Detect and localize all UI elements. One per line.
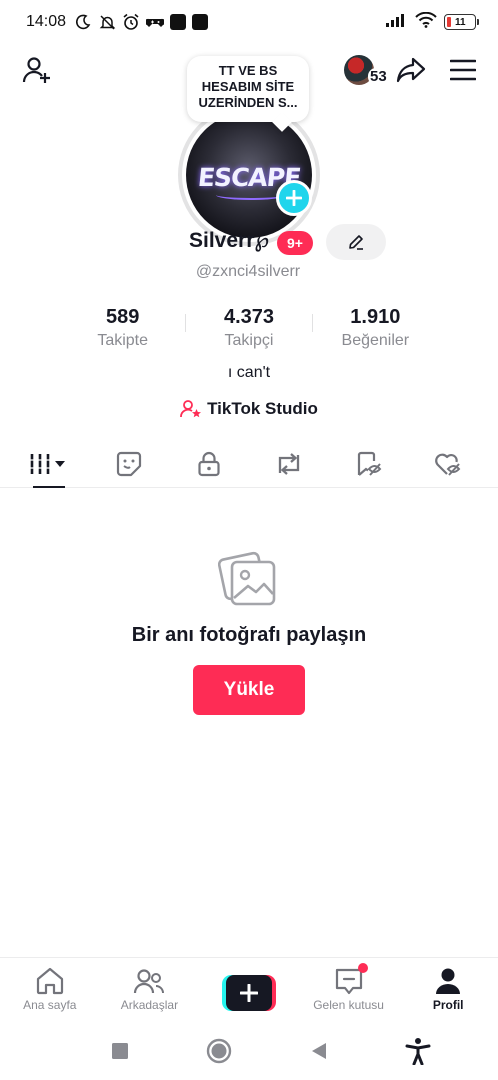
hidden-favorites-icon xyxy=(357,451,382,476)
accessibility-icon xyxy=(405,1038,431,1065)
tab-private[interactable] xyxy=(169,440,249,487)
nav-inbox[interactable]: Gelen kutusu xyxy=(299,958,399,1021)
add-story-button[interactable] xyxy=(276,180,312,216)
sticker-icon xyxy=(116,451,142,476)
profile-avatar[interactable]: ESCAPE xyxy=(178,104,320,246)
back-button[interactable] xyxy=(304,1036,334,1066)
create-button[interactable] xyxy=(221,975,276,1011)
moon-icon xyxy=(74,13,92,31)
create-plus-icon xyxy=(225,975,272,1011)
nav-create[interactable] xyxy=(199,958,299,1021)
bio: ı can't xyxy=(227,364,271,381)
stat-label: Takipçi xyxy=(224,332,274,349)
battery-text: 11 xyxy=(455,16,466,28)
alarm-icon xyxy=(122,13,140,31)
bottom-nav: Ana sayfa Arkadaşlar Gelen kutusu Profil xyxy=(0,957,498,1021)
photos-icon xyxy=(218,551,276,606)
menu-button[interactable] xyxy=(446,53,480,87)
edit-profile-button[interactable] xyxy=(326,224,386,260)
accessibility-button[interactable] xyxy=(403,1036,433,1066)
repost-icon xyxy=(278,452,300,475)
status-bar: 14:08 11 xyxy=(0,0,498,44)
username: @zxnci4silverr xyxy=(195,263,301,280)
notification-badge[interactable]: 9+ xyxy=(277,231,313,255)
visitor-count: 53 xyxy=(368,67,389,85)
stat-number: 4.373 xyxy=(223,306,275,328)
stat-following[interactable]: 589 Takipte xyxy=(60,306,185,350)
nav-home[interactable]: Ana sayfa xyxy=(0,958,100,1021)
stat-followers[interactable]: 4.373 Takipçi xyxy=(186,306,311,350)
game-icon xyxy=(146,13,165,31)
inbox-notification-dot xyxy=(357,963,368,973)
videos-grid-icon xyxy=(30,453,65,474)
signal-icon xyxy=(386,13,408,32)
profile-note-bubble[interactable]: TT VE BS HESABIM SİTE UZERİNDEN S... xyxy=(187,56,309,122)
profile-icon xyxy=(436,968,461,994)
battery-tip xyxy=(477,19,479,25)
nav-label: Ana sayfa xyxy=(23,998,77,1012)
status-time: 14:08 xyxy=(26,13,67,30)
profile-visitors-button[interactable]: 53 xyxy=(344,53,389,87)
tiktok-studio-link[interactable]: TikTok Studio xyxy=(0,399,498,419)
nav-label: Arkadaşlar xyxy=(120,998,179,1012)
tab-favorites-hidden[interactable] xyxy=(329,440,409,487)
friends-icon xyxy=(134,969,165,994)
profile-tabs xyxy=(0,440,498,488)
system-nav xyxy=(0,1022,498,1080)
studio-label: TikTok Studio xyxy=(207,399,318,418)
share-button[interactable] xyxy=(394,53,428,87)
app-square-icon xyxy=(170,14,187,30)
battery-fill xyxy=(447,17,451,27)
stat-number: 589 xyxy=(105,306,140,328)
menu-icon xyxy=(450,59,476,81)
empty-state-title: Bir anı fotoğrafı paylaşın xyxy=(131,624,367,646)
add-friend-button[interactable] xyxy=(20,53,54,87)
add-friend-icon xyxy=(22,57,50,83)
pencil-icon xyxy=(349,235,363,250)
tab-reposts[interactable] xyxy=(249,440,329,487)
nav-friends[interactable]: Arkadaşlar xyxy=(100,958,200,1021)
stat-likes[interactable]: 1.910 Beğeniler xyxy=(313,306,438,350)
bell-off-icon xyxy=(98,13,116,31)
tab-videos[interactable] xyxy=(9,440,89,488)
share-icon xyxy=(396,57,426,83)
stat-label: Beğeniler xyxy=(341,332,410,349)
back-triangle-icon xyxy=(311,1043,326,1059)
nav-label: Profil xyxy=(432,998,464,1012)
upload-button[interactable]: Yükle xyxy=(193,665,305,715)
tab-liked-hidden[interactable] xyxy=(409,440,489,487)
square-icon xyxy=(111,1043,128,1059)
recents-button[interactable] xyxy=(105,1036,135,1066)
liked-hidden-icon xyxy=(435,453,461,476)
plus-icon xyxy=(286,190,302,206)
stat-label: Takipte xyxy=(97,332,149,349)
app-square-icon xyxy=(192,14,209,30)
status-right: 11 xyxy=(386,11,479,33)
home-system-button[interactable] xyxy=(204,1036,234,1066)
nav-profile[interactable]: Profil xyxy=(398,958,498,1021)
name-row: Silverr℘ 9+ xyxy=(0,224,498,260)
studio-creator-icon xyxy=(180,400,202,418)
stats-row: 589 Takipte 4.373 Takipçi 1.910 Beğenile… xyxy=(60,306,438,350)
home-icon xyxy=(36,967,63,995)
nav-label: Gelen kutusu xyxy=(313,998,384,1012)
circle-icon xyxy=(207,1038,232,1064)
tab-stickers[interactable] xyxy=(89,440,169,487)
wifi-icon xyxy=(415,11,437,33)
battery-icon: 11 xyxy=(444,14,479,30)
lock-icon xyxy=(198,451,220,476)
avatar-image: ESCAPE xyxy=(186,112,312,238)
stat-number: 1.910 xyxy=(350,306,401,328)
display-name: Silverr℘ xyxy=(189,229,270,252)
status-left: 14:08 xyxy=(26,13,209,31)
